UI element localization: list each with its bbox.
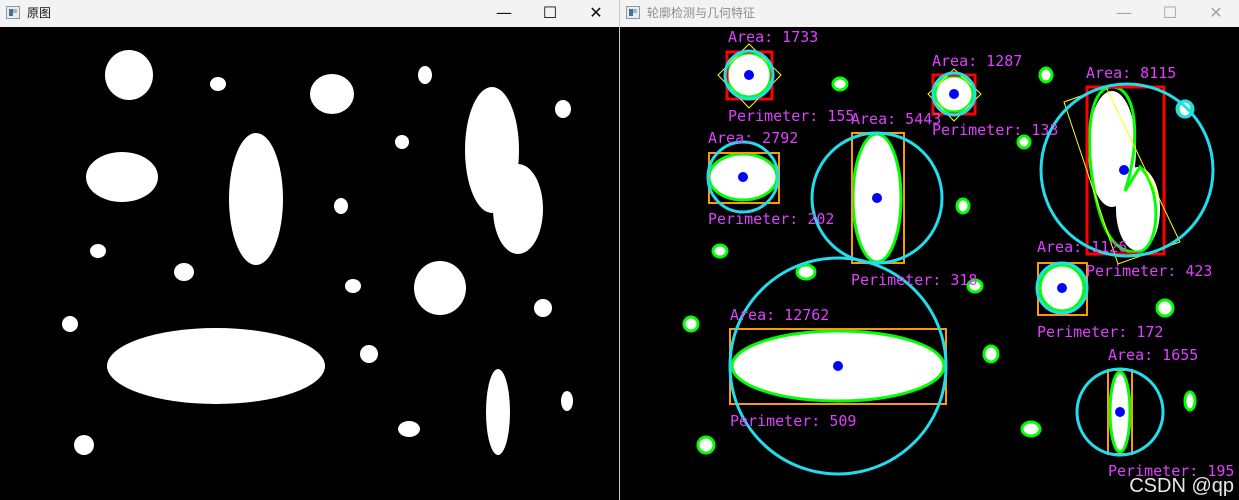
area-label: Area: 1287 (932, 52, 1023, 70)
shape (86, 152, 158, 202)
shape (174, 263, 194, 281)
shape (555, 100, 571, 118)
shape (90, 244, 106, 258)
area-label: Area: 2792 (708, 129, 799, 147)
original-binary-image (62, 50, 573, 455)
perimeter-label: Perimeter: 172 (1037, 323, 1164, 341)
shape (418, 66, 432, 84)
app-window-icon (626, 6, 640, 19)
close-button[interactable]: ✕ (573, 0, 619, 27)
area-label: Area: 5443 (851, 110, 942, 128)
image-canvas (0, 27, 619, 500)
perimeter-label: Perimeter: 423 (1086, 262, 1213, 280)
result-canvas: Area: 1733 Perimeter: 155 Area: 1287 Per… (620, 27, 1239, 500)
title-bar[interactable]: 轮廓检测与几何特征 — ☐ ✕ (620, 0, 1239, 27)
centroid-dot (833, 361, 843, 371)
shape (74, 435, 94, 455)
shape (534, 299, 552, 317)
area-label: Area: 1655 (1108, 346, 1199, 364)
shape (414, 261, 466, 315)
centroid-dot (1057, 283, 1067, 293)
centroid-dot (744, 70, 754, 80)
perimeter-label: Perimeter: 155 (728, 107, 855, 125)
centroid-dot (1115, 407, 1125, 417)
shape (486, 369, 510, 455)
shape (310, 74, 354, 114)
centroid-dot (949, 89, 959, 99)
area-label: Area: 1126 (1037, 238, 1128, 256)
perimeter-label: Perimeter: 133 (932, 121, 1059, 139)
shape (493, 164, 543, 254)
title-bar[interactable]: 原图 — ☐ ✕ (0, 0, 619, 27)
area-label: Area: 12762 (730, 306, 830, 324)
shape (62, 316, 78, 332)
centroid-dot (1119, 165, 1129, 175)
perimeter-label: Perimeter: 509 (730, 412, 857, 430)
shape (210, 77, 226, 91)
contour-result-window: 轮廓检测与几何特征 — ☐ ✕ Area: 1733 Perimeter: 15… (620, 0, 1239, 500)
maximize-button[interactable]: ☐ (527, 0, 573, 27)
centroid-dot (872, 193, 882, 203)
shape (334, 198, 348, 214)
shape (561, 391, 573, 411)
window-title: 轮廓检测与几何特征 (647, 6, 756, 20)
window-title: 原图 (27, 6, 52, 20)
shape (360, 345, 378, 363)
perimeter-label: Perimeter: 318 (851, 271, 978, 289)
maximize-button[interactable]: ☐ (1147, 0, 1193, 27)
app-window-icon (6, 6, 20, 19)
shape (398, 421, 420, 437)
csdn-watermark: CSDN @qp (1129, 475, 1234, 497)
shape (105, 50, 153, 100)
minimize-button[interactable]: — (1101, 0, 1147, 27)
centroid-dot (738, 172, 748, 182)
shape (345, 279, 361, 293)
close-button[interactable]: ✕ (1193, 0, 1239, 27)
original-image-window: 原图 — ☐ ✕ (0, 0, 619, 500)
perimeter-label: Perimeter: 202 (708, 210, 835, 228)
area-label: Area: 1733 (728, 28, 819, 46)
shape (229, 133, 283, 265)
shape (107, 328, 325, 404)
area-label: Area: 8115 (1086, 64, 1177, 82)
shape (395, 135, 409, 149)
minimize-button[interactable]: — (481, 0, 527, 27)
